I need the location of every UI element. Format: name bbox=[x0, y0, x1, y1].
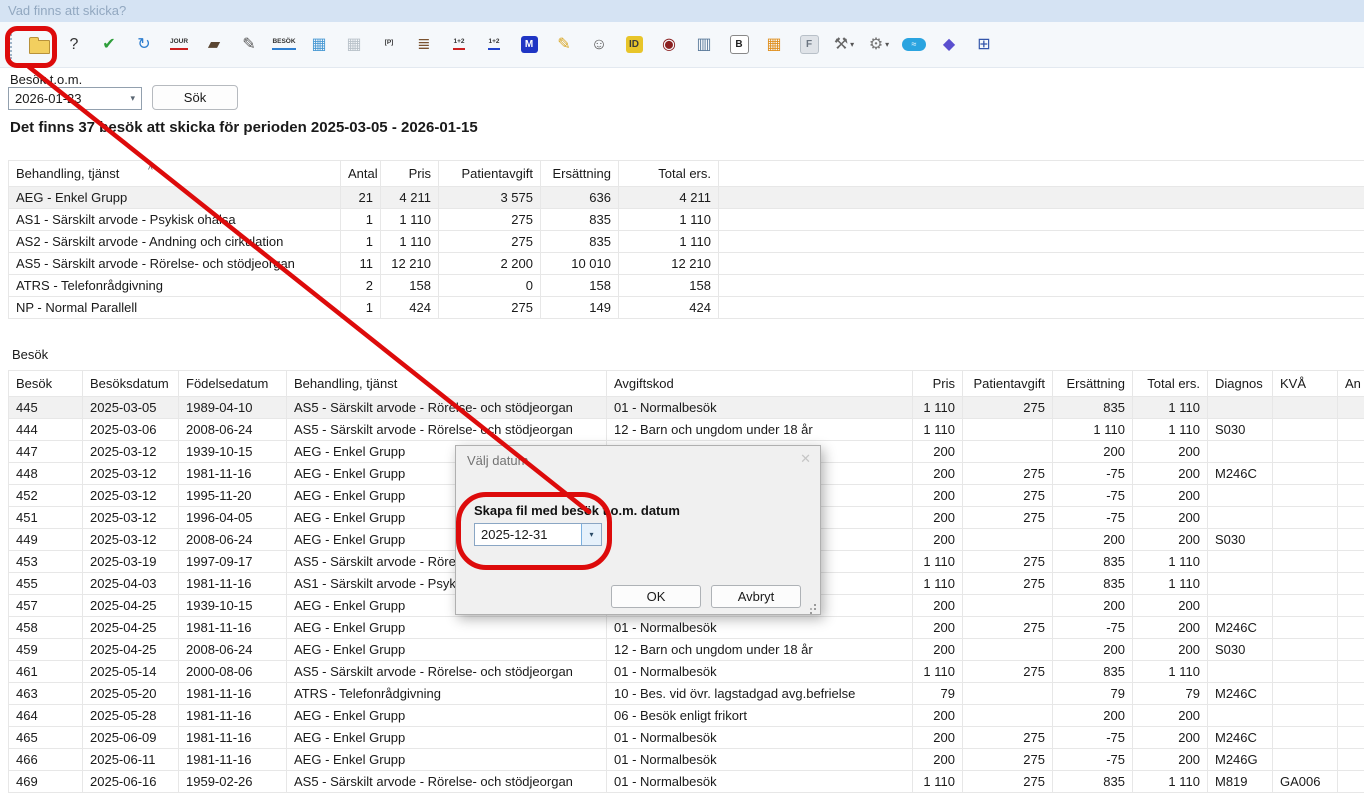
brand-logo-icon[interactable]: ≈ bbox=[901, 30, 927, 60]
m-icon[interactable]: M bbox=[516, 30, 542, 60]
column-header[interactable]: Pris bbox=[913, 371, 963, 397]
open-file-icon[interactable] bbox=[26, 30, 52, 60]
schedule-table-icon[interactable]: ▦ bbox=[761, 30, 787, 60]
table-row[interactable]: 4632025-05-201981-11-16ATRS - Telefonråd… bbox=[9, 683, 1364, 705]
search-button[interactable]: Sök bbox=[152, 85, 238, 110]
table-row[interactable]: 4592025-04-252008-06-24AEG - Enkel Grupp… bbox=[9, 639, 1364, 661]
window-icon[interactable]: ⊞ bbox=[971, 30, 997, 60]
page-title: Det finns 37 besök att skicka för period… bbox=[10, 119, 478, 136]
column-header[interactable]: ^Behandling, tjänst bbox=[9, 161, 341, 187]
column-header[interactable]: An bbox=[1338, 371, 1364, 397]
valj-datum-dialog: Välj datum ✕ Skapa fil med besök t.o.m. … bbox=[455, 445, 821, 615]
column-header[interactable]: Diagnos bbox=[1208, 371, 1273, 397]
table-row[interactable]: 4612025-05-142000-08-06AS5 - Särskilt ar… bbox=[9, 661, 1364, 683]
window-title: Vad finns att skicka? bbox=[0, 0, 1364, 22]
dialog-title: Välj datum bbox=[467, 453, 528, 468]
table-row[interactable]: 4452025-03-051989-04-10AS5 - Särskilt ar… bbox=[9, 397, 1364, 419]
column-header[interactable]: Ersättning bbox=[541, 161, 619, 187]
support-lifebuoy-icon[interactable]: ◉ bbox=[656, 30, 682, 60]
besok-tom-date-value: 2026-01-23 bbox=[15, 91, 82, 106]
table-row[interactable]: NP - Normal Parallell1424275149424 bbox=[9, 297, 1364, 319]
table-row[interactable]: ATRS - Telefonrådgivning21580158158 bbox=[9, 275, 1364, 297]
column-header[interactable]: Total ers. bbox=[1133, 371, 1208, 397]
journal-icon[interactable]: JOUR bbox=[166, 30, 192, 60]
toolbar-icons: ? ✔ ↻ JOUR ▰ ✎ BESÖK ▦ ▦ [P] ≣ 1+2 1+2 M ✎ ☺ ID ◉ ▥ B ▦ F ⚒▾ ⚙▾… bbox=[0, 22, 1364, 68]
sum-total-icon[interactable]: 1+2 bbox=[481, 30, 507, 60]
tools-icon[interactable]: ⚒▾ bbox=[831, 30, 857, 60]
help-icon[interactable]: ? bbox=[61, 30, 87, 60]
b-document-icon[interactable]: B bbox=[726, 30, 752, 60]
table-row[interactable]: 4582025-04-251981-11-16AEG - Enkel Grupp… bbox=[9, 617, 1364, 639]
column-header[interactable]: Födelsedatum bbox=[179, 371, 287, 397]
f-icon[interactable]: F bbox=[796, 30, 822, 60]
table-row[interactable]: 4642025-05-281981-11-16AEG - Enkel Grupp… bbox=[9, 705, 1364, 727]
column-header[interactable]: Total ers. bbox=[619, 161, 719, 187]
dialog-date-combobox[interactable]: 2025-12-31 ▾ bbox=[474, 523, 602, 546]
approve-send-icon[interactable]: ✔ bbox=[96, 30, 122, 60]
refresh-icon[interactable]: ↻ bbox=[131, 30, 157, 60]
id-icon[interactable]: ID bbox=[621, 30, 647, 60]
column-header[interactable]: KVÅ bbox=[1273, 371, 1338, 397]
besok-section-label: Besök bbox=[12, 347, 48, 362]
column-header[interactable]: Antal bbox=[341, 161, 381, 187]
column-header[interactable]: Avgiftskod bbox=[607, 371, 913, 397]
chevron-down-icon[interactable]: ▾ bbox=[581, 524, 601, 545]
sign-icon[interactable]: ✎ bbox=[551, 30, 577, 60]
dialog-date-value: 2025-12-31 bbox=[481, 527, 548, 542]
besok-tom-label: Besök t.o.m. bbox=[10, 72, 82, 87]
cancel-button[interactable]: Avbryt bbox=[711, 585, 801, 608]
table-row[interactable]: 4442025-03-062008-06-24AS5 - Särskilt ar… bbox=[9, 419, 1364, 441]
manual-book-icon[interactable]: ◆ bbox=[936, 30, 962, 60]
settings-gears-icon[interactable]: ⚙▾ bbox=[866, 30, 892, 60]
table-row[interactable]: 4692025-06-161959-02-26AS5 - Särskilt ar… bbox=[9, 771, 1364, 793]
note-edit-icon[interactable]: ✎ bbox=[236, 30, 262, 60]
summary-table: ^Behandling, tjänstAntalPrisPatientavgif… bbox=[8, 160, 1364, 319]
table-row[interactable]: 4652025-06-091981-11-16AEG - Enkel Grupp… bbox=[9, 727, 1364, 749]
table-row[interactable]: AS2 - Särskilt arvode - Andning och cirk… bbox=[9, 231, 1364, 253]
table-row[interactable]: AS5 - Särskilt arvode - Rörelse- och stö… bbox=[9, 253, 1364, 275]
table-row[interactable]: AEG - Enkel Grupp214 2113 5756364 211 bbox=[9, 187, 1364, 209]
besok-search-icon[interactable]: BESÖK bbox=[271, 30, 297, 60]
ok-button[interactable]: OK bbox=[611, 585, 701, 608]
chevron-down-icon[interactable]: ▾ bbox=[130, 93, 141, 104]
column-header[interactable]: Patientavgift bbox=[963, 371, 1053, 397]
table-row[interactable]: 4662025-06-111981-11-16AEG - Enkel Grupp… bbox=[9, 749, 1364, 771]
close-icon[interactable]: ✕ bbox=[800, 451, 811, 467]
p-icon[interactable]: [P] bbox=[376, 30, 402, 60]
summary-table-wrap: ^Behandling, tjänstAntalPrisPatientavgif… bbox=[8, 160, 1364, 319]
resize-grip[interactable] bbox=[808, 602, 816, 610]
column-header[interactable]: Besöksdatum bbox=[83, 371, 179, 397]
besok-calendar-icon[interactable]: ▦ bbox=[306, 30, 332, 60]
sum-patient-icon[interactable]: 1+2 bbox=[446, 30, 472, 60]
dialog-label: Skapa fil med besök t.o.m. datum bbox=[474, 503, 680, 518]
column-header[interactable]: Ersättning bbox=[1053, 371, 1133, 397]
column-header[interactable]: Behandling, tjänst bbox=[287, 371, 607, 397]
besok-calendar-disabled-icon[interactable]: ▦ bbox=[341, 30, 367, 60]
patient-info-icon[interactable]: ☺ bbox=[586, 30, 612, 60]
briefcase-icon[interactable]: ▰ bbox=[201, 30, 227, 60]
column-header[interactable]: Besök bbox=[9, 371, 83, 397]
fax-monitor-icon[interactable]: ▥ bbox=[691, 30, 717, 60]
catalog-icon[interactable]: ≣ bbox=[411, 30, 437, 60]
table-row[interactable]: AS1 - Särskilt arvode - Psykisk ohälsa11… bbox=[9, 209, 1364, 231]
column-header[interactable]: Pris bbox=[381, 161, 439, 187]
column-header[interactable] bbox=[719, 161, 1364, 187]
besok-tom-date-combobox[interactable]: 2026-01-23 ▾ bbox=[8, 87, 142, 110]
column-header[interactable]: Patientavgift bbox=[439, 161, 541, 187]
